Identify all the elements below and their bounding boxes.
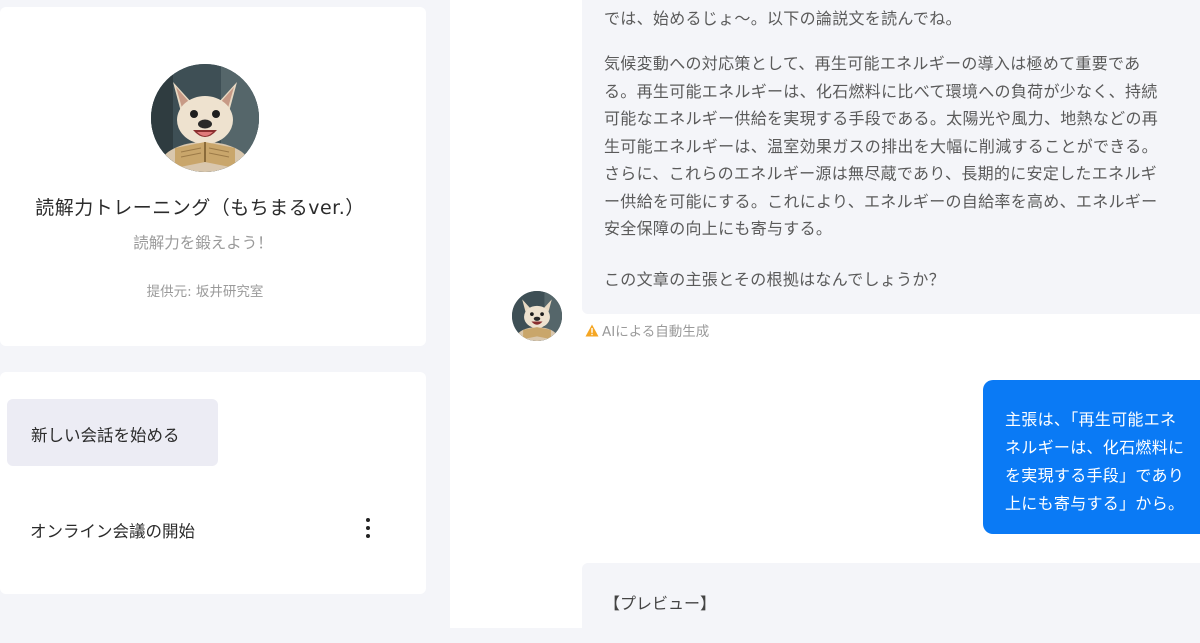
user-message-line: ネルギーは、化石燃料に [1005, 438, 1185, 457]
history-item[interactable]: オンライン会議の開始 [0, 490, 426, 562]
passage-line: さらに、これらのエネルギー源は無尽蔵であり、長期的に安定したエネルギ [604, 164, 1157, 183]
bot-message-intro: では、始めるじょ〜。以下の論説文を読んでね。 [604, 9, 962, 28]
conversation-menu: 新しい会話を始める オンライン会議の開始 [0, 372, 426, 594]
bot-message-avatar [512, 291, 562, 341]
new-chat-button[interactable]: 新しい会話を始める [7, 399, 218, 466]
user-message-line: 上にも寄与する」から。 [1005, 494, 1185, 513]
ai-notice-label: AIによる自動生成 [602, 324, 710, 340]
french-bulldog-avatar-icon [512, 291, 562, 341]
user-message-line: を実現する手段」であり [1005, 466, 1185, 485]
provider-label: 提供元: 坂井研究室 [146, 284, 264, 300]
warning-icon [585, 324, 599, 337]
chat-area: では、始めるじょ〜。以下の論説文を読んでね。 気候変動への対応策として、再生可能… [450, 0, 1200, 643]
preview-label: 【プレビュー】 [604, 594, 717, 613]
history-item-label: オンライン会議の開始 [30, 522, 195, 541]
kebab-menu-icon[interactable] [358, 516, 378, 540]
bot-description: 読解力を鍛えよう！ [133, 234, 273, 252]
bot-profile-card: 読解力トレーニング（もちまるver.） 読解力を鍛えよう！ 提供元: 坂井研究室 [0, 7, 426, 346]
passage-line: 生可能エネルギーは、温室効果ガスの排出を大幅に削減することができる。 [604, 136, 1158, 156]
french-bulldog-avatar-icon [151, 64, 259, 172]
bot-message-bubble: では、始めるじょ〜。以下の論説文を読んでね。 気候変動への対応策として、再生可能… [582, 0, 1200, 314]
new-chat-label: 新しい会話を始める [31, 426, 180, 445]
passage-line: ー供給を可能にする。これにより、エネルギーの自給率を高め、エネルギー [604, 191, 1158, 211]
passage-line: 可能なエネルギー供給を実現する手段である。太陽光や風力、地熱などの再 [604, 109, 1159, 128]
passage-line: 気候変動への対応策として、再生可能エネルギーの導入は極めて重要であ [604, 54, 1141, 73]
bot-message-question: この文章の主張とその根拠はなんでしょうか？ [604, 270, 946, 289]
user-message-bubble: 主張は、「再生可能エネ ネルギーは、化石燃料に を実現する手段」であり 上にも寄… [983, 380, 1200, 534]
preview-box: 【プレビュー】 [582, 563, 1200, 643]
ai-generated-notice: AIによる自動生成 [585, 320, 709, 340]
bot-avatar [151, 64, 259, 172]
passage-line: る。再生可能エネルギーは、化石燃料に比べて環境への負荷が少なく、持続 [604, 81, 1158, 101]
passage-line: 安全保障の向上にも寄与する。 [604, 219, 833, 238]
bot-name: 読解力トレーニング（もちまるver.） [35, 197, 365, 219]
bot-message-passage: 気候変動への対応策として、再生可能エネルギーの導入は極めて重要であ る。再生可能… [604, 50, 1200, 243]
user-message-line: 主張は、「再生可能エネ [1005, 410, 1177, 429]
